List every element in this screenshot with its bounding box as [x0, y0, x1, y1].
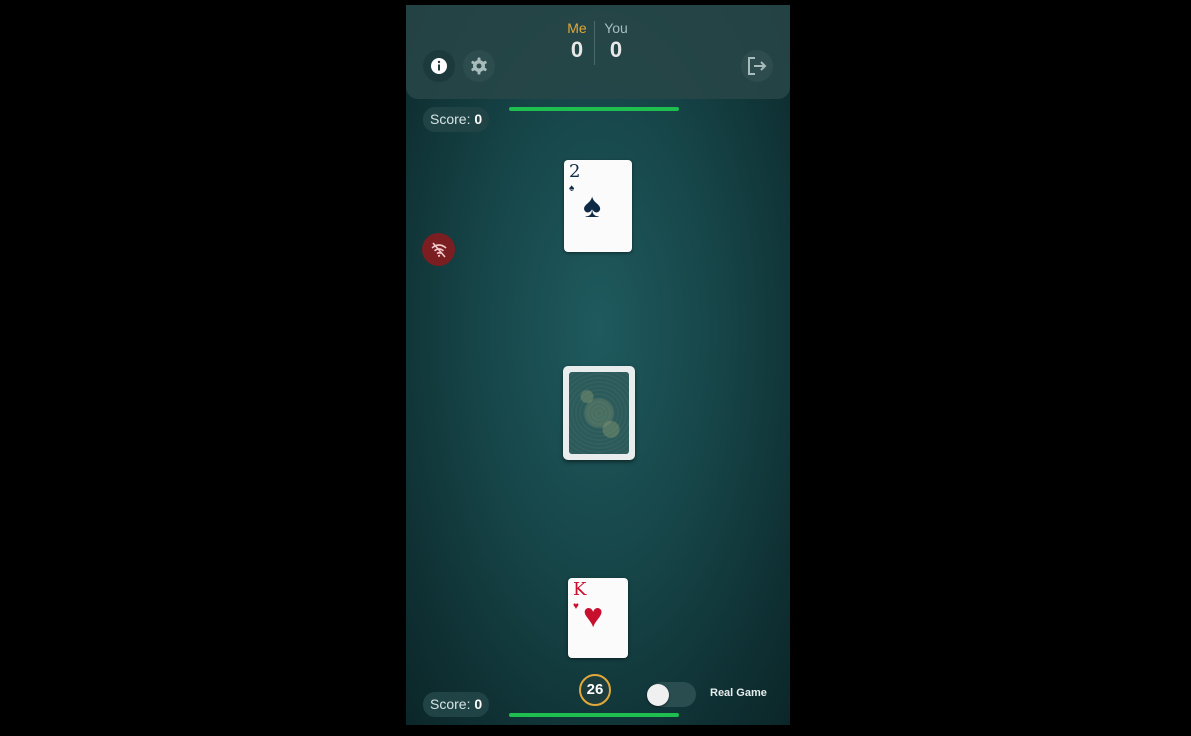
card-back-pattern	[569, 372, 629, 454]
draw-pile[interactable]	[563, 366, 635, 460]
toggle-knob[interactable]	[647, 684, 669, 706]
opponent-turn-timer	[509, 107, 679, 111]
card-rank: 2	[569, 161, 581, 182]
my-score-pill: Score: 0	[423, 692, 490, 717]
opponent-name-label: You	[604, 20, 628, 36]
heart-icon: ♥	[583, 597, 604, 635]
game-table: Me 0 You 0 Score: 0 2 ♠ ♠ K ♥ ♥ Score: 0…	[406, 5, 790, 725]
spade-icon: ♠	[569, 183, 575, 194]
gear-icon	[471, 57, 487, 75]
my-turn-timer	[509, 713, 679, 717]
heart-icon: ♥	[573, 601, 579, 612]
my-total-score: 0	[570, 37, 584, 62]
spade-icon: ♠	[583, 187, 602, 225]
opponent-played-card: 2 ♠ ♠	[564, 160, 632, 252]
opponent-score-pill: Score: 0	[423, 107, 490, 132]
my-score-value: 0	[474, 696, 483, 712]
exit-button[interactable]	[741, 50, 773, 82]
wifi-off-icon	[430, 241, 447, 258]
settings-button[interactable]	[463, 50, 495, 82]
exit-icon	[748, 57, 767, 75]
score-divider	[594, 21, 595, 65]
deck-remaining-counter: 26	[579, 674, 611, 706]
real-game-toggle[interactable]	[647, 682, 696, 707]
opponent-score-value: 0	[474, 111, 483, 127]
my-card[interactable]: K ♥ ♥	[568, 578, 628, 658]
scoreboard: Me 0 You 0	[561, 19, 641, 71]
real-game-label: Real Game	[710, 687, 767, 699]
opponent-score-column: You 0	[599, 19, 633, 63]
opponent-score-label: Score:	[430, 111, 471, 127]
my-score-label: Score:	[430, 696, 471, 712]
my-score-column: Me 0	[561, 19, 593, 63]
info-button[interactable]	[423, 50, 455, 82]
top-bar: Me 0 You 0	[406, 5, 790, 99]
my-name-label: Me	[567, 20, 587, 36]
opponent-total-score: 0	[609, 37, 623, 62]
info-icon	[431, 58, 447, 74]
offline-indicator	[422, 233, 455, 266]
